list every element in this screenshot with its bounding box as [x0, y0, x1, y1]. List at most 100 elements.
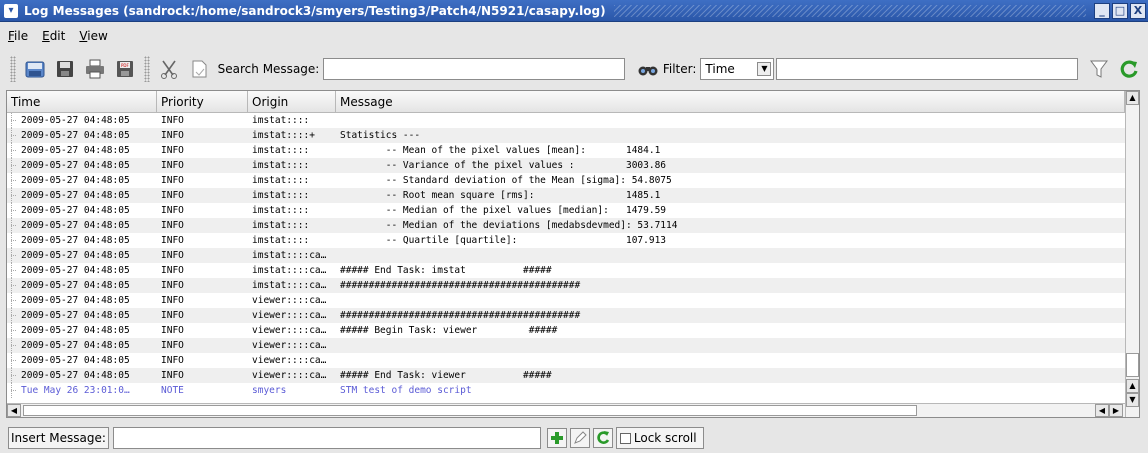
title-bar-decoration: [613, 4, 1086, 17]
scroll-left-icon[interactable]: ◀: [7, 404, 21, 417]
horizontal-scroll-thumb[interactable]: [23, 405, 917, 416]
cell-priority: INFO: [161, 265, 184, 276]
toolbar-grip[interactable]: [143, 56, 150, 82]
cut-icon[interactable]: [158, 58, 180, 80]
log-table[interactable]: Time Priority Origin Message 2009-05-27 …: [6, 90, 1140, 418]
chevron-down-icon[interactable]: ▼: [757, 62, 772, 76]
cell-message: -- Median of the pixel values [median]: …: [340, 205, 667, 216]
lock-scroll-label: Lock scroll: [633, 431, 697, 445]
table-row[interactable]: 2009-05-27 04:48:05 INFO imstat:::: -- Mea…: [7, 143, 1125, 158]
cell-priority: INFO: [161, 310, 184, 321]
refresh-icon[interactable]: [1118, 58, 1140, 80]
column-header-message[interactable]: Message: [336, 91, 1125, 113]
cell-time-text: 2009-05-27 04:48:05: [21, 235, 130, 246]
scroll-left-icon[interactable]: ◀: [1095, 404, 1109, 417]
cell-time: 2009-05-27 04:48:05: [7, 128, 157, 143]
vertical-scroll-thumb[interactable]: [1126, 353, 1139, 377]
filter-input[interactable]: [776, 58, 1078, 80]
cell-message: [336, 113, 1125, 128]
cell-time: 2009-05-27 04:48:05: [7, 188, 157, 203]
refresh-button[interactable]: [592, 428, 613, 448]
edit-message-button[interactable]: [569, 428, 590, 448]
cell-origin: viewer::::ca…: [252, 310, 327, 321]
cell-time-text: 2009-05-27 04:48:05: [21, 175, 130, 186]
pdf-icon[interactable]: PDF: [114, 58, 136, 80]
horizontal-scrollbar[interactable]: ◀ ◀ ▶: [7, 403, 1125, 417]
cell-origin: imstat::::: [252, 115, 310, 126]
cell-message: Statistics ---: [340, 130, 421, 141]
table-row[interactable]: Tue May 26 23:01:0… NOTE smyers STM test of…: [7, 383, 1125, 398]
cell-time: 2009-05-27 04:48:05: [7, 263, 157, 278]
scroll-up-icon[interactable]: ▲: [1126, 379, 1139, 393]
minimize-button[interactable]: _: [1094, 2, 1110, 19]
table-row[interactable]: 2009-05-27 04:48:05 INFO imstat::::ca…: [7, 248, 1125, 263]
column-header-priority[interactable]: Priority: [157, 91, 248, 113]
table-row[interactable]: 2009-05-27 04:48:05 INFO viewer::::ca… ####…: [7, 368, 1125, 383]
cell-message: ##### End Task: viewer #####: [340, 370, 552, 381]
table-row[interactable]: 2009-05-27 04:48:05 INFO imstat::::ca… ####…: [7, 263, 1125, 278]
insert-message-bar: Insert Message: Lock scroll: [0, 424, 1148, 452]
maximize-button[interactable]: □: [1112, 2, 1128, 19]
window-menu-icon[interactable]: ▾: [4, 3, 18, 18]
cell-time: 2009-05-27 04:48:05: [7, 338, 157, 353]
save-as-icon[interactable]: [24, 58, 46, 80]
cell-time: 2009-05-27 04:48:05: [7, 248, 157, 263]
binoculars-icon[interactable]: [637, 58, 659, 80]
table-row[interactable]: 2009-05-27 04:48:05 INFO viewer::::ca…: [7, 353, 1125, 368]
cell-origin: imstat::::: [252, 235, 310, 246]
table-row[interactable]: 2009-05-27 04:48:05 INFO viewer::::ca…: [7, 293, 1125, 308]
table-row[interactable]: 2009-05-27 04:48:05 INFO imstat:::: -- Roo…: [7, 188, 1125, 203]
cell-time-text: 2009-05-27 04:48:05: [21, 190, 130, 201]
cell-time: 2009-05-27 04:48:05: [7, 203, 157, 218]
cell-time-text: 2009-05-27 04:48:05: [21, 310, 130, 321]
cell-origin: smyers: [252, 385, 287, 396]
table-row[interactable]: 2009-05-27 04:48:05 INFO imstat:::: -- Var…: [7, 158, 1125, 173]
vertical-scrollbar[interactable]: ▲ ▲ ▼: [1125, 91, 1139, 417]
cell-origin: imstat::::ca…: [252, 280, 327, 291]
table-row[interactable]: 2009-05-27 04:48:05 INFO viewer::::ca… ####…: [7, 323, 1125, 338]
menu-edit[interactable]: Edit: [42, 29, 65, 43]
filter-funnel-icon[interactable]: [1088, 58, 1110, 80]
cell-priority: INFO: [161, 235, 184, 246]
column-header-origin[interactable]: Origin: [248, 91, 336, 113]
print-icon[interactable]: [84, 58, 106, 80]
insert-message-input[interactable]: [112, 427, 541, 449]
table-row[interactable]: 2009-05-27 04:48:05 INFO imstat::::+ Statis…: [7, 128, 1125, 143]
lock-scroll-checkbox[interactable]: [619, 432, 631, 444]
cell-message: -- Mean of the pixel values [mean]: 1484…: [340, 145, 661, 156]
copy-icon[interactable]: [188, 58, 210, 80]
cell-time-text: 2009-05-27 04:48:05: [21, 145, 130, 156]
cell-priority: INFO: [161, 370, 184, 381]
lock-scroll-toggle[interactable]: Lock scroll: [615, 427, 704, 449]
scroll-up-icon[interactable]: ▲: [1126, 91, 1139, 105]
table-row[interactable]: 2009-05-27 04:48:05 INFO imstat:::: -- Med…: [7, 203, 1125, 218]
table-row[interactable]: 2009-05-27 04:48:05 INFO imstat::::ca… ####…: [7, 278, 1125, 293]
table-row[interactable]: 2009-05-27 04:48:05 INFO imstat::::: [7, 113, 1125, 128]
save-icon[interactable]: [54, 58, 76, 80]
menu-view[interactable]: View: [79, 29, 107, 43]
title-bar: ▾ Log Messages (sandrock:/home/sandrock3…: [0, 0, 1148, 22]
cell-message: STM test of demo script: [340, 385, 472, 396]
scroll-right-icon[interactable]: ▶: [1109, 404, 1123, 417]
table-row[interactable]: 2009-05-27 04:48:05 INFO imstat:::: -- Med…: [7, 218, 1125, 233]
toolbar-grip[interactable]: [10, 56, 16, 82]
search-input[interactable]: [323, 58, 625, 80]
column-header-time[interactable]: Time: [7, 91, 157, 113]
table-header: Time Priority Origin Message: [7, 91, 1125, 113]
table-row[interactable]: 2009-05-27 04:48:05 INFO viewer::::ca… ####…: [7, 308, 1125, 323]
cell-priority: NOTE: [161, 385, 184, 396]
menu-bar: File Edit View: [0, 24, 1148, 48]
table-row[interactable]: 2009-05-27 04:48:05 INFO viewer::::ca…: [7, 338, 1125, 353]
cell-message: -- Median of the deviations [medabsdevme…: [340, 220, 678, 231]
filter-field-select[interactable]: Time ▼: [700, 58, 775, 80]
menu-file[interactable]: File: [8, 29, 28, 43]
table-row[interactable]: 2009-05-27 04:48:05 INFO imstat:::: -- Sta…: [7, 173, 1125, 188]
close-button[interactable]: X: [1130, 2, 1146, 19]
add-message-button[interactable]: [546, 428, 567, 448]
cell-message: [336, 338, 1125, 353]
cell-message: ########################################…: [340, 310, 581, 321]
cell-time-text: 2009-05-27 04:48:05: [21, 280, 130, 291]
scroll-down-icon[interactable]: ▼: [1126, 393, 1139, 407]
table-row[interactable]: 2009-05-27 04:48:05 INFO imstat:::: -- Qua…: [7, 233, 1125, 248]
cell-priority: INFO: [161, 250, 184, 261]
